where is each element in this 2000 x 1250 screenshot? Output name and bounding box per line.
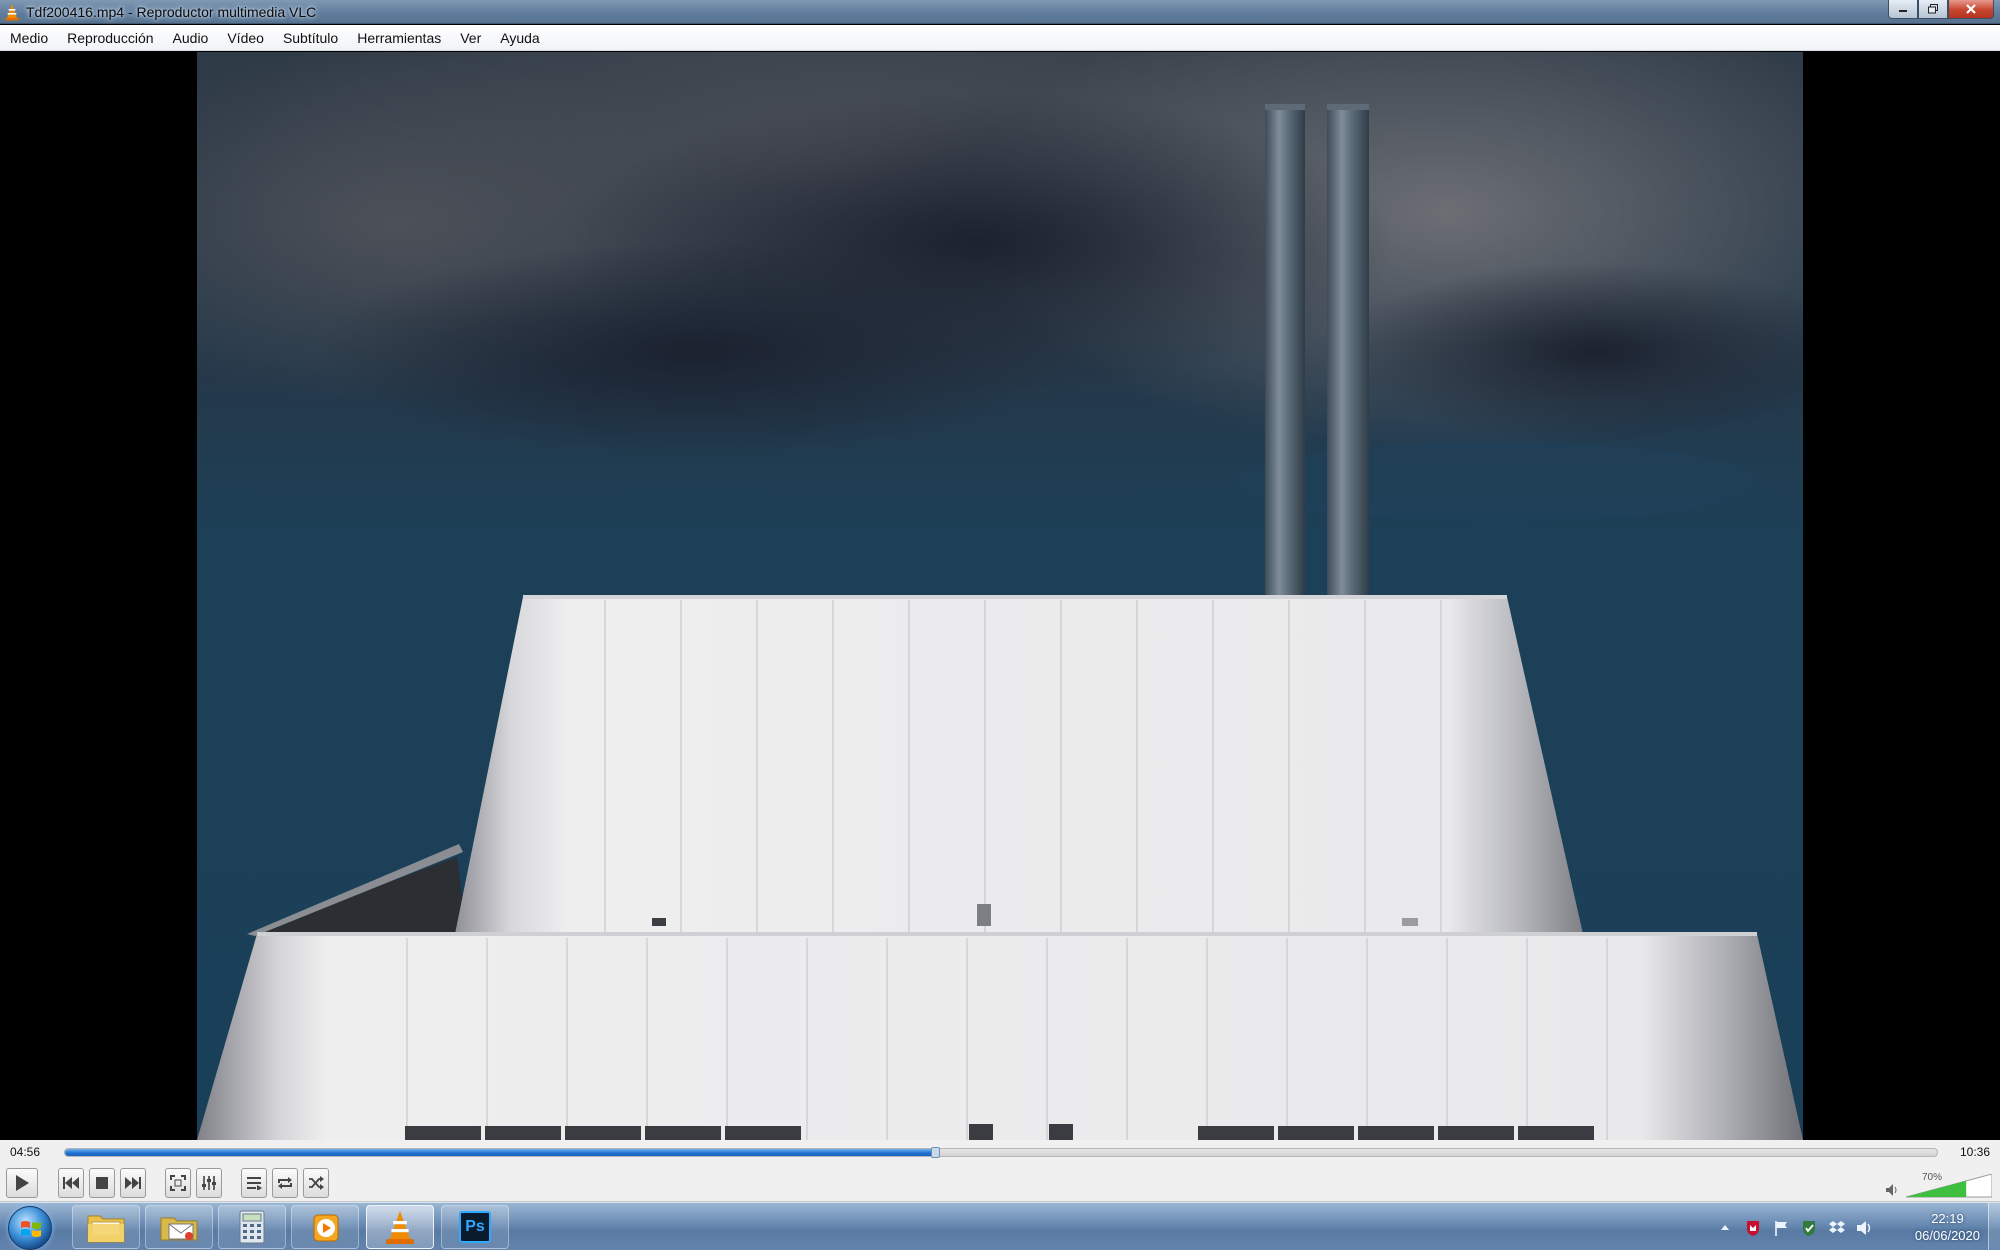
play-icon: [16, 1175, 29, 1191]
playlist-button[interactable]: [241, 1168, 267, 1198]
show-hidden-icons-icon[interactable]: [1716, 1219, 1734, 1237]
playlist-icon: [247, 1177, 262, 1190]
photoshop-label: Ps: [465, 1218, 485, 1235]
menu-audio[interactable]: Audio: [173, 28, 209, 48]
stop-icon: [96, 1177, 108, 1189]
taskbar-photoshop[interactable]: Ps: [441, 1205, 509, 1249]
title-bar[interactable]: Tdf200416.mp4 - Reproductor multimedia V…: [0, 0, 2000, 24]
fullscreen-icon: [170, 1175, 186, 1191]
taskbar-email[interactable]: [145, 1205, 213, 1249]
menu-view[interactable]: Ver: [460, 28, 481, 48]
shuffle-button[interactable]: [303, 1168, 329, 1198]
vlc-cone-icon: [5, 4, 19, 21]
loop-button[interactable]: [272, 1168, 298, 1198]
play-button[interactable]: [6, 1168, 38, 1198]
email-icon: [160, 1217, 198, 1241]
menu-playback[interactable]: Reproducción: [67, 28, 153, 48]
volume-slider[interactable]: [1906, 1174, 1992, 1198]
maximize-icon: [1928, 4, 1938, 14]
window-controls: [1888, 0, 1994, 20]
menu-video[interactable]: Vídeo: [227, 28, 264, 48]
previous-icon: [63, 1177, 79, 1189]
previous-button[interactable]: [58, 1168, 84, 1198]
show-desktop-button[interactable]: [1988, 1203, 2000, 1250]
elapsed-time: 04:56: [10, 1145, 41, 1159]
clock-date: 06/06/2020: [1914, 1228, 1980, 1243]
taskbar-calculator[interactable]: [218, 1205, 286, 1249]
menu-media[interactable]: Medio: [10, 28, 48, 48]
mcafee-shield-icon[interactable]: [1744, 1219, 1762, 1237]
loop-icon: [278, 1177, 292, 1189]
window-title: Tdf200416.mp4 - Reproductor multimedia V…: [26, 4, 317, 20]
video-frame: [197, 52, 1803, 1140]
taskbar-media-player[interactable]: [291, 1205, 359, 1249]
total-time: 10:36: [1959, 1145, 1990, 1159]
media-player-icon: [313, 1214, 339, 1242]
clock[interactable]: 22:19 06/06/2020: [1915, 1210, 1980, 1244]
menu-subtitle[interactable]: Subtítulo: [283, 28, 338, 48]
minimize-button[interactable]: [1888, 0, 1918, 19]
seek-row: 04:56 10:36: [0, 1140, 2000, 1164]
extended-settings-icon: [202, 1176, 216, 1190]
taskbar-vlc[interactable]: [366, 1205, 434, 1249]
start-button[interactable]: [8, 1206, 52, 1250]
clock-time: 22:19: [1931, 1211, 1964, 1226]
dropbox-icon[interactable]: [1828, 1219, 1846, 1237]
menu-help[interactable]: Ayuda: [500, 28, 539, 48]
close-icon: [1966, 4, 1976, 14]
calculator-icon: [239, 1210, 265, 1244]
fullscreen-button[interactable]: [165, 1168, 191, 1198]
menu-tools[interactable]: Herramientas: [357, 28, 441, 48]
next-icon: [125, 1177, 141, 1189]
seek-handle[interactable]: [931, 1147, 941, 1158]
explorer-folder-icon: [87, 1215, 125, 1243]
vlc-cone-icon: [386, 1211, 414, 1244]
security-shield-icon[interactable]: [1800, 1219, 1818, 1237]
taskbar: Ps 22:19 06/06/2020: [0, 1202, 2000, 1250]
speaker-icon[interactable]: [1886, 1184, 1900, 1196]
playback-controls: 70%: [0, 1164, 2000, 1202]
extended-settings-button[interactable]: [196, 1168, 222, 1198]
windows-logo-icon: [21, 1221, 41, 1237]
volume-tray-icon[interactable]: [1856, 1219, 1874, 1237]
video-area[interactable]: [0, 52, 2000, 1140]
menu-bar: Medio Reproducción Audio Vídeo Subtítulo…: [0, 25, 2000, 51]
maximize-button[interactable]: [1918, 0, 1948, 19]
stop-button[interactable]: [89, 1168, 115, 1198]
next-button[interactable]: [120, 1168, 146, 1198]
action-center-flag-icon[interactable]: [1772, 1219, 1790, 1237]
close-button[interactable]: [1948, 0, 1994, 19]
seek-progress-fill: [65, 1149, 937, 1156]
shuffle-icon: [309, 1176, 324, 1190]
photoshop-icon: Ps: [459, 1211, 491, 1243]
seek-slider[interactable]: [64, 1147, 1938, 1158]
minimize-icon: [1899, 10, 1907, 12]
taskbar-explorer[interactable]: [72, 1205, 140, 1249]
system-tray: 22:19 06/06/2020: [1700, 1203, 2000, 1250]
